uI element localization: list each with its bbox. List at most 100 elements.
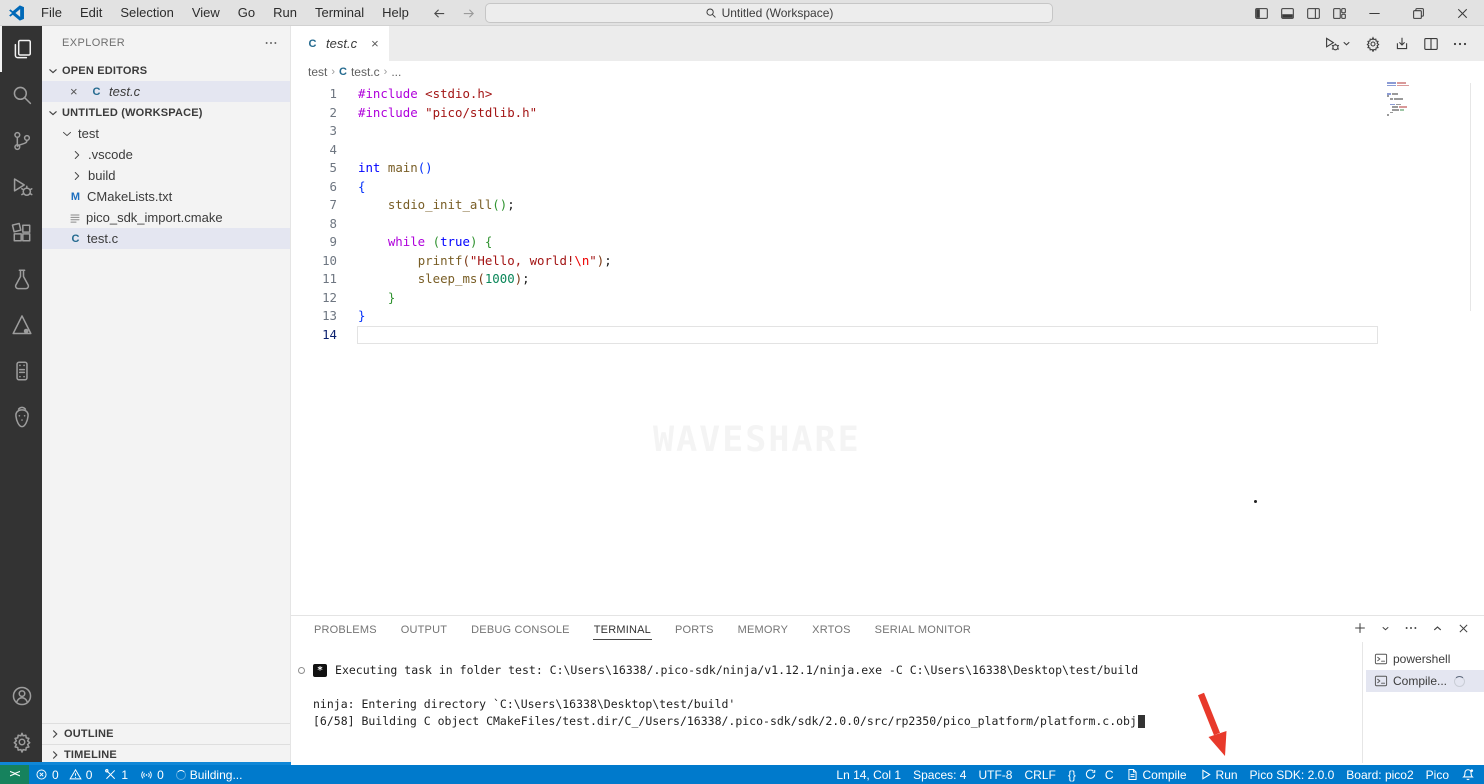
code-line-14[interactable]: 14	[291, 326, 1484, 345]
tree-item-vscode[interactable]: .vscode	[42, 144, 290, 165]
remote-indicator[interactable]: ><	[0, 765, 29, 784]
new-terminal-icon[interactable]	[1353, 621, 1367, 635]
open-editor-test-c[interactable]: × C test.c	[42, 81, 290, 102]
panel-tab-memory[interactable]: MEMORY	[737, 619, 790, 640]
code-line-13[interactable]: 13}	[291, 307, 1484, 326]
sidebar-more-icon[interactable]	[264, 36, 278, 50]
panel-more-icon[interactable]	[1404, 621, 1418, 635]
terminal-tab-compile[interactable]: Compile...	[1366, 670, 1484, 692]
code-line-1[interactable]: 1#include <stdio.h>	[291, 85, 1484, 104]
tree-item-cmakelists-txt[interactable]: MCMakeLists.txt	[42, 186, 290, 207]
resize-sash[interactable]	[0, 762, 291, 765]
panel-tab-serial-monitor[interactable]: SERIAL MONITOR	[874, 619, 972, 640]
code-line-5[interactable]: 5int main()	[291, 159, 1484, 178]
building-status[interactable]: Building...	[170, 765, 249, 784]
outline-section[interactable]: OUTLINE	[42, 723, 290, 744]
menu-run[interactable]: Run	[264, 0, 306, 26]
code-editor[interactable]: 1#include <stdio.h>2#include "pico/stdli…	[291, 83, 1484, 615]
breadcrumb-folder[interactable]: test	[308, 65, 327, 79]
terminal-tab-powershell[interactable]: powershell	[1366, 648, 1484, 670]
code-line-4[interactable]: 4	[291, 141, 1484, 160]
tree-item-test[interactable]: test	[42, 123, 290, 144]
code-line-8[interactable]: 8	[291, 215, 1484, 234]
panel-tab-problems[interactable]: PROBLEMS	[313, 619, 378, 640]
activity-accounts-icon[interactable]	[0, 673, 42, 719]
flash-device-icon[interactable]	[1394, 36, 1410, 52]
editor-scrollbar[interactable]	[1470, 83, 1471, 311]
panel-tab-output[interactable]: OUTPUT	[400, 619, 448, 640]
code-line-9[interactable]: 9 while (true) {	[291, 233, 1484, 252]
indentation[interactable]: Spaces: 4	[907, 765, 972, 784]
notifications-bell[interactable]	[1455, 765, 1484, 784]
tasks-indicator[interactable]: 1	[98, 765, 134, 784]
pico-sdk-version[interactable]: Pico SDK: 2.0.0	[1244, 765, 1341, 784]
encoding[interactable]: UTF-8	[972, 765, 1018, 784]
code-line-2[interactable]: 2#include "pico/stdlib.h"	[291, 104, 1484, 123]
terminal-scrollbar[interactable]	[1362, 642, 1363, 763]
menu-terminal[interactable]: Terminal	[306, 0, 373, 26]
minimize-icon[interactable]	[1352, 0, 1396, 26]
split-editor-icon[interactable]	[1423, 36, 1439, 52]
menu-edit[interactable]: Edit	[71, 0, 111, 26]
code-line-12[interactable]: 12 }	[291, 289, 1484, 308]
back-icon[interactable]	[432, 6, 447, 21]
menu-file[interactable]: File	[32, 0, 71, 26]
breadcrumb-file[interactable]: test.c	[351, 65, 380, 79]
activity-cmake-tools-icon[interactable]	[0, 302, 42, 348]
activity-pico-board-icon[interactable]	[0, 348, 42, 394]
activity-search-icon[interactable]	[0, 72, 42, 118]
menu-selection[interactable]: Selection	[111, 0, 182, 26]
activity-source-control-icon[interactable]	[0, 118, 42, 164]
panel-tab-xrtos[interactable]: XRTOS	[811, 619, 852, 640]
ports-indicator[interactable]: 0	[134, 765, 170, 784]
cursor-position[interactable]: Ln 14, Col 1	[830, 765, 907, 784]
customize-layout-icon[interactable]	[1326, 6, 1352, 21]
run-debug-file-button[interactable]	[1324, 36, 1352, 52]
eol-sequence[interactable]: CRLF	[1018, 765, 1061, 784]
configure-gear-icon[interactable]	[1365, 36, 1381, 52]
toggle-secondary-sidebar-icon[interactable]	[1300, 6, 1326, 21]
menu-go[interactable]: Go	[229, 0, 264, 26]
code-line-3[interactable]: 3	[291, 122, 1484, 141]
menu-help[interactable]: Help	[373, 0, 418, 26]
tab-test-c[interactable]: C test.c ×	[291, 26, 389, 61]
terminal-dropdown-icon[interactable]	[1380, 623, 1391, 634]
activity-testing-icon[interactable]	[0, 256, 42, 302]
activity-extensions-icon[interactable]	[0, 210, 42, 256]
command-center-search[interactable]: Untitled (Workspace)	[485, 3, 1053, 23]
code-line-6[interactable]: 6{	[291, 178, 1484, 197]
open-editors-header[interactable]: OPEN EDITORS	[42, 60, 290, 81]
sync-indicator[interactable]	[1082, 765, 1099, 784]
code-line-7[interactable]: 7 stdio_init_all();	[291, 196, 1484, 215]
pico-indicator[interactable]: Pico	[1420, 765, 1455, 784]
restore-icon[interactable]	[1396, 0, 1440, 26]
panel-tab-debug-console[interactable]: DEBUG CONSOLE	[470, 619, 571, 640]
code-line-10[interactable]: 10 printf("Hello, world!\n");	[291, 252, 1484, 271]
breadcrumb-symbol[interactable]: ...	[391, 65, 401, 79]
toggle-sidebar-icon[interactable]	[1248, 6, 1274, 21]
maximize-panel-icon[interactable]	[1431, 622, 1444, 635]
close-tab-icon[interactable]: ×	[371, 36, 379, 51]
minimap[interactable]	[1387, 82, 1413, 117]
board-selector[interactable]: Board: pico2	[1340, 765, 1419, 784]
compile-button[interactable]: Compile	[1120, 765, 1193, 784]
panel-tab-ports[interactable]: PORTS	[674, 619, 715, 640]
language-mode[interactable]: C	[1099, 765, 1120, 784]
code-line-11[interactable]: 11 sleep_ms(1000);	[291, 270, 1484, 289]
problems-indicator[interactable]: 0 0	[29, 765, 98, 784]
panel-tab-terminal[interactable]: TERMINAL	[593, 619, 652, 640]
braces-indicator[interactable]: {}	[1062, 765, 1082, 784]
more-actions-icon[interactable]	[1452, 36, 1468, 52]
close-editor-icon[interactable]: ×	[70, 84, 84, 99]
menu-view[interactable]: View	[183, 0, 229, 26]
toggle-panel-icon[interactable]	[1274, 6, 1300, 21]
close-window-icon[interactable]	[1440, 0, 1484, 26]
activity-raspberry-pi-icon[interactable]	[0, 394, 42, 440]
close-panel-icon[interactable]	[1457, 622, 1470, 635]
workspace-header[interactable]: UNTITLED (WORKSPACE)	[42, 102, 290, 123]
tree-item-test-c[interactable]: Ctest.c	[42, 228, 290, 249]
tree-item-pico-sdk-import-cmake[interactable]: pico_sdk_import.cmake	[42, 207, 290, 228]
activity-run-debug-icon[interactable]	[0, 164, 42, 210]
forward-icon[interactable]	[461, 6, 476, 21]
activity-settings-icon[interactable]	[0, 719, 42, 765]
